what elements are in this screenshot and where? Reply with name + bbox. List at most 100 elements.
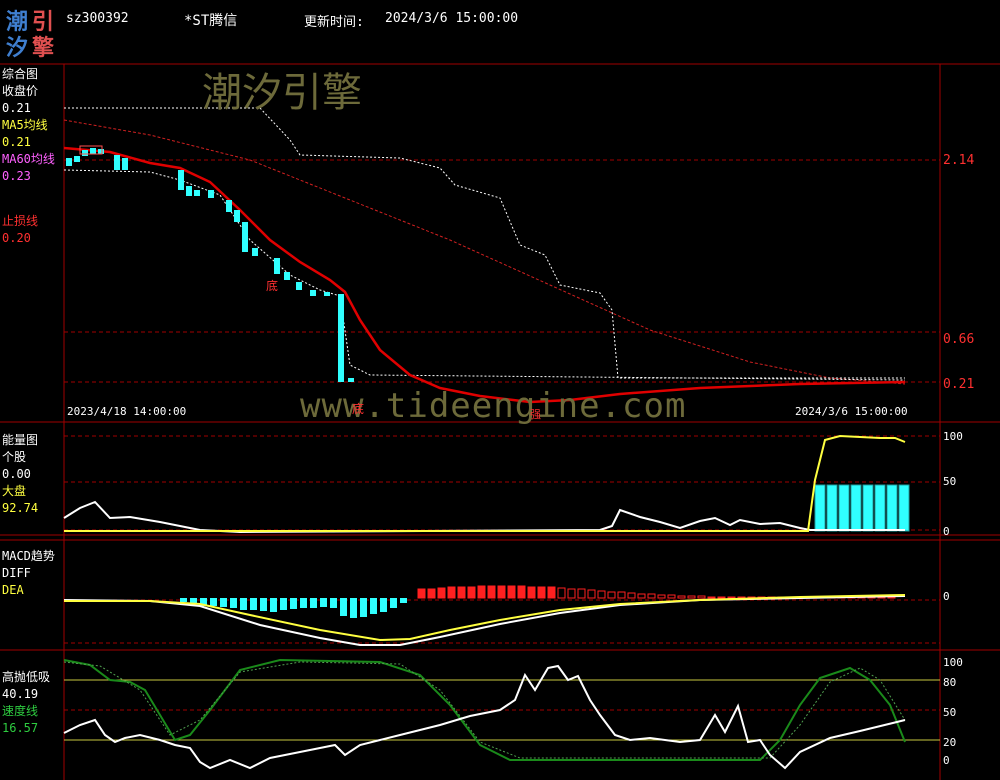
ma5-value: 0.21 [2,135,31,149]
macd-pos-bar-18 [597,590,606,599]
macd-neg-bar-10 [280,598,287,610]
macd-axis-0: 0 [943,590,950,603]
macd-neg-bar-15 [330,598,337,608]
candle-17 [296,282,302,290]
macd-pos-bar-20 [617,591,626,599]
energy-bar-7 [898,484,910,532]
hl-title: 高抛低吸 [2,670,51,684]
macd-pos-bar-4 [457,586,466,599]
macd-pos-bar-23 [647,593,656,599]
main-axis-mid: 0.66 [943,332,975,347]
main-axis-low: 0.21 [943,377,975,392]
hl-line [63,664,906,770]
macd-legend: MACD趋势 DIFF DEA [2,548,55,599]
macd-pos-bar-19 [607,591,616,599]
macd-pos-bar-1 [427,588,436,599]
market-energy-value: 92.74 [2,501,39,515]
energy-title: 能量图 [2,433,39,447]
ma5-label: MA5均线 [2,118,48,132]
macd-pos-bar-22 [637,593,646,599]
candle-5 [114,155,120,170]
macd-neg-bar-5 [230,598,237,608]
candle-16 [284,272,290,280]
macd-panel [63,585,906,646]
main-axis-top: 2.14 [943,153,975,168]
strong-mark: 强 [530,408,541,421]
macd-neg-bar-3 [210,598,217,606]
macd-pos-bar-14 [557,587,566,599]
candle-11 [226,200,232,212]
hl-axis-0: 0 [943,754,950,767]
market-energy-label: 大盘 [2,484,27,498]
candle-21 [348,378,354,382]
candle-0 [66,158,72,166]
hl-axis-20: 20 [943,736,957,749]
macd-pos-bar-26 [677,595,686,599]
candle-15 [274,258,280,274]
macd-neg-bar-4 [220,598,227,607]
macd-neg-bar-18 [360,598,367,617]
macd-pos-bar-29 [707,596,716,599]
stock-energy-line [63,500,905,534]
energy-bar-4 [862,484,874,532]
ma60-label: MA60均线 [2,152,55,166]
macd-pos-bar-6 [477,585,486,599]
macd-neg-bar-14 [320,598,327,607]
macd-pos-bar-10 [517,585,526,599]
stop-label: 止损线 [2,214,39,228]
energy-axis-100: 100 [943,430,963,443]
energy-legend: 能量图 个股 0.00 大盘 92.74 [2,432,38,517]
candle-6 [122,158,128,170]
macd-neg-bar-8 [260,598,267,611]
macd-pos-bar-15 [567,588,576,599]
macd-neg-bar-16 [340,598,347,616]
candle-14 [252,248,258,256]
candle-1 [74,156,80,162]
macd-neg-bar-7 [250,598,257,610]
macd-pos-bar-8 [497,585,506,599]
macd-pos-bar-21 [627,592,636,599]
macd-neg-bar-11 [290,598,297,609]
bottom-mark-1: 底 [266,279,279,293]
market-energy-line [64,434,906,532]
macd-pos-bar-7 [487,585,496,599]
macd-neg-bar-20 [380,598,387,612]
candle-3 [90,148,96,154]
start-date: 2023/4/18 14:00:00 [67,405,187,418]
macd-neg-bar-21 [390,598,397,608]
energy-bar-3 [850,484,862,532]
macd-neg-bar-12 [300,598,307,608]
main-price-panel [63,107,906,404]
macd-pos-bar-25 [667,594,676,599]
candle-10 [208,190,214,198]
dea-label: DEA [2,583,24,597]
high-low-panel [63,658,906,770]
energy-axis-0: 0 [943,525,950,538]
stop-value: 0.20 [2,231,31,245]
macd-pos-bar-12 [537,586,546,599]
macd-neg-bar-9 [270,598,277,612]
macd-pos-bar-27 [687,595,696,599]
macd-neg-bar-13 [310,598,317,608]
main-title: 综合图 [2,67,39,81]
hl-value: 40.19 [2,687,39,701]
macd-neg-bar-0 [180,598,187,602]
candle-19 [324,292,330,296]
macd-neg-bar-19 [370,598,377,614]
macd-pos-bar-13 [547,586,556,599]
diff-label: DIFF [2,566,31,580]
candle-13 [242,222,248,252]
macd-pos-bar-16 [577,588,586,599]
main-legend: 综合图 收盘价 0.21 MA5均线 0.21 MA60均线 0.23 止损线 … [2,66,55,247]
macd-pos-bar-17 [587,589,596,599]
candle-20 [338,294,344,382]
energy-bar-5 [874,484,886,532]
stock-energy-value: 0.00 [2,467,31,481]
hl-legend: 高抛低吸 40.19 速度线 16.57 [2,669,50,737]
energy-bar-6 [886,484,898,532]
energy-bar-0 [814,484,826,532]
speed-value: 16.57 [2,721,39,735]
macd-pos-bar-2 [437,587,446,599]
hl-axis-50: 50 [943,706,957,719]
macd-pos-bar-30 [717,596,726,599]
